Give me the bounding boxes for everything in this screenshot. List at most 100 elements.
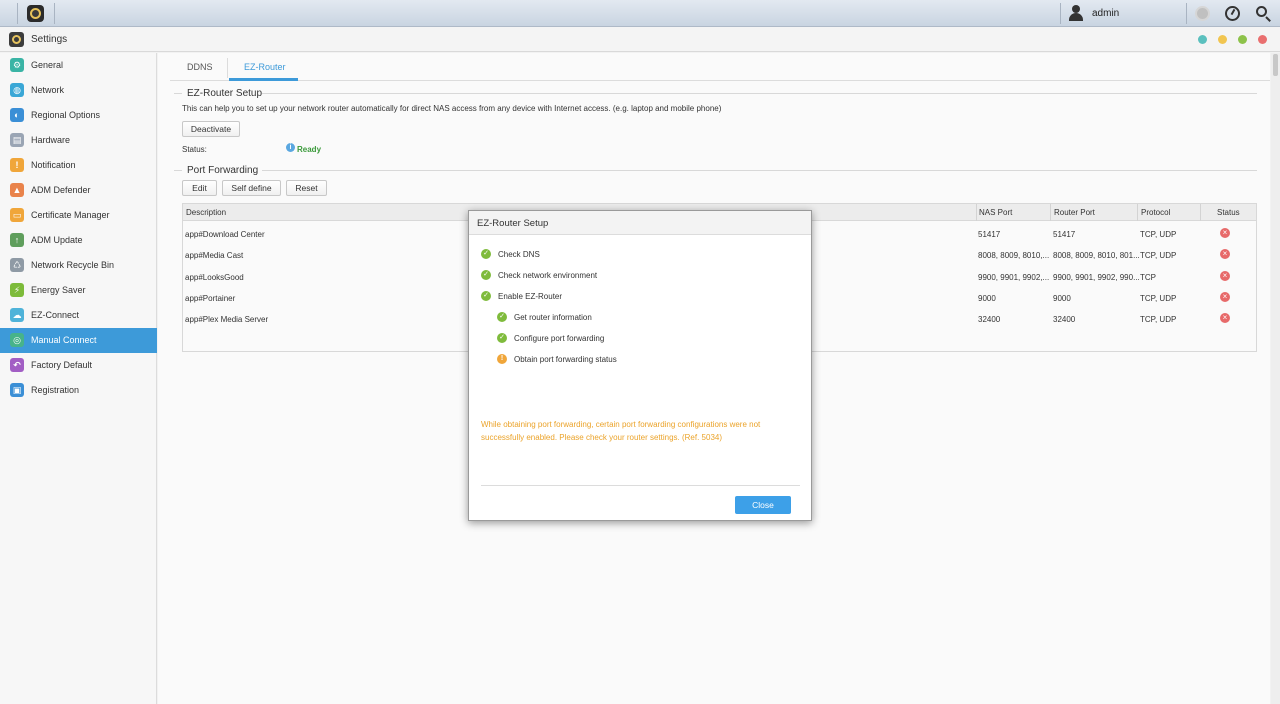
- top-bar: admin: [0, 0, 1280, 27]
- setup-step: ✓ Enable EZ-Router: [481, 291, 761, 303]
- cell-router-port: 51417: [1053, 230, 1076, 239]
- column-divider: [1050, 204, 1051, 221]
- cell-nas-port: 32400: [978, 315, 1001, 324]
- cell-nas-port: 8008, 8009, 8010,...: [978, 251, 1050, 261]
- cell-description: app#Plex Media Server: [185, 315, 269, 324]
- window-title: Settings: [31, 34, 68, 45]
- reset-button[interactable]: Reset: [286, 180, 327, 196]
- window-control-icon[interactable]: [1198, 35, 1207, 44]
- close-button[interactable]: Close: [735, 496, 791, 514]
- step-label: Check DNS: [498, 250, 540, 259]
- sidebar-item-registration[interactable]: ▣ Registration: [0, 378, 157, 403]
- sidebar-item-notification[interactable]: ! Notification: [0, 153, 157, 178]
- sidebar-item-label: Manual Connect: [31, 335, 97, 345]
- sidebar-item-regional-options[interactable]: ◐ Regional Options: [0, 103, 157, 128]
- setup-step: ✓ Check network environment: [481, 270, 761, 282]
- sidebar-item-network-recycle-bin[interactable]: ♺ Network Recycle Bin: [0, 253, 157, 278]
- regional-options-icon: ◐: [10, 108, 24, 122]
- sidebar-item-ez-connect[interactable]: ☁ EZ-Connect: [0, 303, 157, 328]
- divider: [174, 93, 182, 94]
- column-header-status[interactable]: Status: [1217, 208, 1240, 217]
- general-icon: ⚙: [10, 58, 24, 72]
- sidebar-item-label: General: [31, 60, 64, 70]
- setup-step: ✓ Configure port forwarding: [497, 333, 777, 345]
- column-divider: [1137, 204, 1138, 221]
- tab-ez-router[interactable]: EZ-Router: [244, 62, 286, 72]
- divider: [174, 170, 182, 171]
- check-icon: ✓: [497, 333, 507, 343]
- divider: [17, 3, 18, 24]
- sidebar: ⚙ General ◍ Network ◐ Regional Options ▤ Hardwa…: [0, 53, 157, 704]
- notification-icon: !: [10, 158, 24, 172]
- sidebar-item-energy-saver[interactable]: ⚡ Energy Saver: [0, 278, 157, 303]
- column-divider: [976, 204, 977, 221]
- cell-protocol: TCP: [1140, 272, 1156, 282]
- adm-defender-icon: ▲: [10, 183, 24, 197]
- sidebar-item-label: Network Recycle Bin: [31, 260, 115, 270]
- home-icon[interactable]: [27, 5, 44, 22]
- recycle-bin-icon: ♺: [10, 258, 24, 272]
- scrollbar[interactable]: [1271, 53, 1280, 704]
- edit-button[interactable]: Edit: [182, 180, 217, 196]
- cell-router-port: 32400: [1053, 315, 1076, 324]
- sidebar-item-network[interactable]: ◍ Network: [0, 78, 157, 103]
- column-header-nas-port[interactable]: NAS Port: [979, 208, 1012, 217]
- cell-protocol: TCP, UDP: [1140, 230, 1177, 239]
- self-define-button[interactable]: Self define: [222, 180, 281, 196]
- step-label: Obtain port forwarding status: [514, 355, 617, 364]
- sidebar-item-label: Certificate Manager: [31, 210, 110, 220]
- notification-icon[interactable]: [1195, 6, 1210, 21]
- divider: [54, 3, 55, 24]
- deactivate-button[interactable]: Deactivate: [182, 121, 240, 137]
- column-divider: [1200, 204, 1201, 221]
- cell-protocol: TCP, UDP: [1140, 315, 1177, 324]
- status-error-icon: ×: [1220, 291, 1230, 302]
- divider: [262, 93, 1257, 94]
- column-header-description[interactable]: Description: [186, 208, 226, 217]
- section-title-ez-router-setup: EZ-Router Setup: [187, 88, 263, 99]
- divider: [227, 58, 228, 78]
- sidebar-item-adm-update[interactable]: ↑ ADM Update: [0, 228, 157, 253]
- active-tab-indicator: [229, 78, 298, 81]
- tab-ddns[interactable]: DDNS: [187, 62, 213, 72]
- column-header-protocol[interactable]: Protocol: [1141, 208, 1170, 217]
- settings-app-icon: [9, 32, 24, 47]
- column-header-router-port[interactable]: Router Port: [1054, 208, 1095, 217]
- sidebar-item-general[interactable]: ⚙ General: [0, 53, 157, 78]
- sidebar-item-factory-default[interactable]: ↶ Factory Default: [0, 353, 157, 378]
- sidebar-item-adm-defender[interactable]: ▲ ADM Defender: [0, 178, 157, 203]
- minimize-icon[interactable]: [1218, 35, 1227, 44]
- info-icon: i: [286, 143, 295, 152]
- sidebar-item-label: Network: [31, 85, 65, 95]
- user-menu[interactable]: admin: [1068, 5, 1119, 21]
- hardware-icon: ▤: [10, 133, 24, 147]
- maximize-icon[interactable]: [1238, 35, 1247, 44]
- sidebar-item-hardware[interactable]: ▤ Hardware: [0, 128, 157, 153]
- cell-nas-port: 9000: [978, 293, 996, 303]
- window-title-bar: Settings: [0, 27, 1280, 52]
- sidebar-item-manual-connect[interactable]: ◎ Manual Connect: [0, 328, 157, 353]
- ez-router-setup-dialog: EZ-Router Setup ✓ Check DNS ✓ Check network…: [468, 210, 812, 521]
- network-icon: ◍: [10, 83, 24, 97]
- check-icon: ✓: [481, 270, 491, 280]
- sidebar-item-label: ADM Update: [31, 235, 83, 245]
- sidebar-item-certificate-manager[interactable]: ▭ Certificate Manager: [0, 203, 157, 228]
- cell-description: app#Download Center: [185, 230, 265, 239]
- step-label: Check network environment: [498, 271, 598, 280]
- status-error-icon: ×: [1220, 313, 1230, 323]
- cell-description: app#Portainer: [185, 293, 236, 303]
- step-label: Configure port forwarding: [514, 334, 605, 343]
- cell-protocol: TCP, UDP: [1140, 251, 1177, 261]
- dashboard-icon[interactable]: [1225, 6, 1240, 21]
- cell-description: app#Media Cast: [185, 251, 244, 261]
- divider: [481, 485, 800, 486]
- cell-protocol: TCP, UDP: [1140, 293, 1177, 303]
- close-window-icon[interactable]: [1258, 35, 1267, 44]
- cell-router-port: 8008, 8009, 8010, 801...: [1053, 251, 1140, 261]
- sidebar-item-label: Energy Saver: [31, 285, 86, 295]
- user-icon: [1068, 5, 1084, 21]
- search-icon[interactable]: [1256, 6, 1271, 22]
- sidebar-item-label: Regional Options: [31, 110, 101, 120]
- sidebar-item-label: ADM Defender: [31, 185, 91, 195]
- divider: [1060, 3, 1061, 24]
